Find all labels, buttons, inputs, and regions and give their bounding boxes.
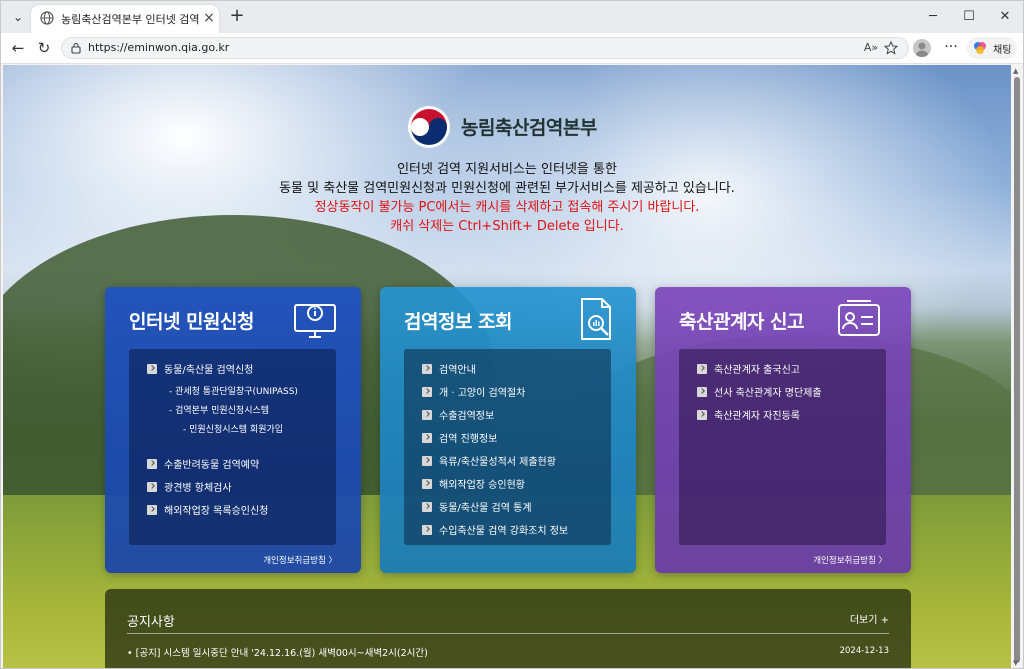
notice-divider [127, 633, 889, 634]
read-aloud-icon[interactable]: A» [862, 40, 880, 56]
chevron-right-icon [422, 387, 432, 397]
chevron-right-icon [422, 410, 432, 420]
warning-text-line2: 캐쉬 삭제는 Ctrl+Shift+ Delete 입니다. [390, 219, 624, 234]
copilot-label: 채팅 [993, 45, 1012, 56]
intro-text-line1: 인터넷 검역 지원서비스는 인터넷을 통한 [397, 162, 617, 177]
browser-window: ⌄ 농림축산검역본부 인터넷 검역지원 × + ─ ☐ ✕ ← ↻ https:… [0, 0, 1024, 669]
menu-item-quarantine-statistics[interactable]: 동물/축산물 검역 통계 [422, 499, 532, 515]
card-menu-panel: 검역안내 개 · 고양이 검역절차 수출검역정보 검역 진행정보 육류/축산물성… [404, 349, 611, 545]
refresh-button[interactable]: ↻ [33, 38, 55, 58]
menu-item-export-pet-reservation[interactable]: 수출반려동물 검역예약 [147, 456, 259, 472]
menu-item-quarantine-progress[interactable]: 검역 진행정보 [422, 430, 497, 446]
profile-avatar[interactable] [913, 39, 931, 57]
new-tab-button[interactable]: + [227, 7, 247, 27]
page-viewport: 농림축산검역본부 인터넷 검역 지원서비스는 인터넷을 통한 동물 및 축산물 … [3, 65, 1011, 668]
chevron-right-icon [422, 502, 432, 512]
menu-item-certificate-submission[interactable]: 육류/축산물성적서 제출현황 [422, 453, 556, 469]
favorite-star-icon[interactable] [884, 41, 898, 55]
chevron-right-icon [422, 364, 432, 374]
chevron-right-icon [697, 364, 707, 374]
notice-more-link[interactable]: 더보기 + [850, 611, 889, 626]
privacy-policy-link[interactable]: 개인정보취급방침 〉 [813, 554, 887, 566]
close-window-button[interactable]: ✕ [993, 7, 1017, 27]
chevron-right-icon [147, 459, 157, 469]
menu-item-enhanced-measures[interactable]: 수입축산물 검역 강화조치 정보 [422, 522, 568, 538]
more-menu-button[interactable]: ··· [941, 38, 961, 58]
browser-toolbar: ← ↻ https://eminwon.qia.go.kr A» ··· 채팅 [1, 33, 1023, 64]
menu-item-self-registration[interactable]: 축산관계자 자진등록 [697, 407, 800, 423]
tab-strip: ⌄ 농림축산검역본부 인터넷 검역지원 × + ─ ☐ ✕ [1, 1, 1023, 33]
card-livestock-report: 축산관계자 신고 축산관계자 출국신고 선사 축산관계자 명단제출 축산관계자 … [655, 287, 911, 573]
tab-close-icon[interactable]: × [201, 10, 217, 26]
menu-item-quarantine-guide[interactable]: 검역안내 [422, 361, 476, 377]
chevron-right-icon [147, 364, 157, 374]
browser-tab[interactable]: 농림축산검역본부 인터넷 검역지원 × [31, 5, 219, 33]
card-title: 검역정보 조회 [404, 311, 513, 333]
card-menu-panel: 축산관계자 출국신고 선사 축산관계자 명단제출 축산관계자 자진등록 [679, 349, 886, 545]
notice-board: 공지사항 더보기 + • [공지] 시스템 일시중단 안내 '24.12.16.… [105, 589, 911, 668]
copilot-icon [974, 42, 986, 54]
menu-item-overseas-facility-status[interactable]: 해외작업장 승인현황 [422, 476, 525, 492]
chevron-right-icon [422, 433, 432, 443]
card-internet-petition: 인터넷 민원신청 동물/축산물 검역신청 - 관세청 통관단일창구(UNIPAS… [105, 287, 361, 573]
card-title: 인터넷 민원신청 [129, 311, 254, 333]
site-brand[interactable]: 농림축산검역본부 [461, 113, 597, 140]
submenu-unipass[interactable]: - 관세청 통관단일창구(UNIPASS) [169, 384, 298, 398]
lock-icon[interactable] [70, 42, 82, 54]
back-button[interactable]: ← [7, 38, 29, 58]
document-search-icon [581, 298, 611, 340]
chevron-right-icon [422, 456, 432, 466]
chevron-right-icon [147, 482, 157, 492]
scrollbar-thumb[interactable] [1014, 77, 1020, 663]
card-quarantine-info: 검역정보 조회 검역안내 개 · 고양이 검역절차 수출검역정보 검역 진행정보… [380, 287, 636, 573]
scroll-up-icon[interactable]: ▲ [1013, 67, 1018, 75]
notice-title: 공지사항 [127, 615, 175, 630]
chevron-right-icon [147, 505, 157, 515]
person-icon [916, 42, 928, 57]
submenu-petition-system[interactable]: - 검역본부 민원신청시스템 [169, 403, 269, 417]
notice-item[interactable]: • [공지] 시스템 일시중단 안내 '24.12.16.(월) 새벽00시~새… [127, 645, 428, 659]
intro-text-line2: 동물 및 축산물 검역민원신청과 민원신청에 관련된 부가서비스를 제공하고 있… [279, 181, 735, 196]
privacy-policy-link[interactable]: 개인정보취급방침 〉 [263, 554, 337, 566]
minimize-button[interactable]: ─ [921, 7, 945, 27]
chevron-right-icon [422, 525, 432, 535]
chevron-right-icon [422, 479, 432, 489]
government-emblem-icon[interactable] [407, 105, 451, 149]
id-card-icon [838, 300, 880, 336]
url-text[interactable]: https://eminwon.qia.go.kr [88, 41, 229, 54]
chevron-right-icon [697, 387, 707, 397]
card-title: 축산관계자 신고 [679, 311, 804, 333]
tab-list-button[interactable]: ⌄ [7, 7, 29, 27]
menu-item-crew-list-submission[interactable]: 선사 축산관계자 명단제출 [697, 384, 822, 400]
notice-date: 2024-12-13 [839, 646, 889, 656]
card-menu-panel: 동물/축산물 검역신청 - 관세청 통관단일창구(UNIPASS) - 검역본부… [129, 349, 336, 545]
maximize-button[interactable]: ☐ [957, 7, 981, 27]
warning-text-line1: 정상동작이 불가능 PC에서는 캐시를 삭제하고 접속해 주시기 바랍니다. [314, 200, 700, 215]
menu-item-rabies-antibody-test[interactable]: 광견병 항체검사 [147, 479, 232, 495]
menu-item-overseas-facility-approval[interactable]: 해외작업장 목록승인신청 [147, 502, 268, 518]
page-scrollbar[interactable]: ▲ ▼ [1011, 65, 1023, 668]
monitor-info-icon [294, 304, 336, 338]
submenu-member-signup[interactable]: - 민원신청시스템 회원가입 [183, 422, 283, 436]
menu-item-departure-report[interactable]: 축산관계자 출국신고 [697, 361, 800, 377]
globe-icon [40, 11, 54, 25]
menu-item-quarantine-application[interactable]: 동물/축산물 검역신청 [147, 361, 253, 377]
address-bar[interactable]: https://eminwon.qia.go.kr A» [61, 37, 909, 59]
scroll-down-icon[interactable]: ▼ [1013, 659, 1018, 667]
tab-title: 농림축산검역본부 인터넷 검역지원 [61, 13, 199, 26]
chevron-right-icon [697, 410, 707, 420]
menu-item-export-quarantine-info[interactable]: 수출검역정보 [422, 407, 494, 423]
copilot-chat-button[interactable]: 채팅 [967, 37, 1017, 59]
menu-item-dog-cat-procedure[interactable]: 개 · 고양이 검역절차 [422, 384, 525, 400]
